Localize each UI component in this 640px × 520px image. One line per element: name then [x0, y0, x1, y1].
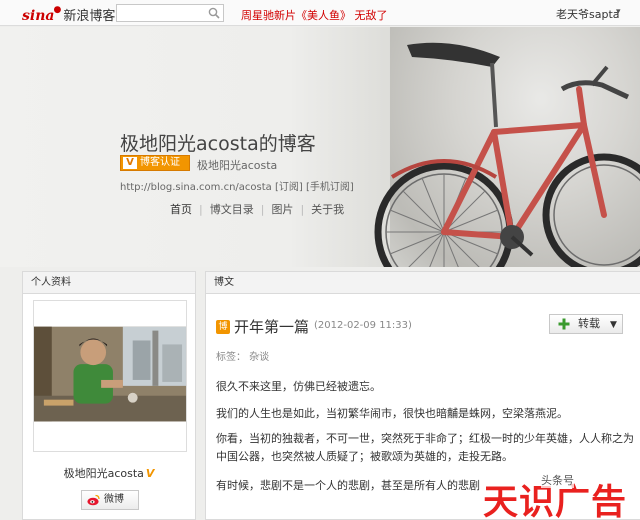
- watermark: 天识广告 头条号: [483, 470, 640, 520]
- plus-icon: [558, 318, 570, 330]
- post-panel-heading: 博文: [206, 272, 640, 294]
- repost-label: 转载: [578, 317, 600, 330]
- nav-item-photos[interactable]: 图片: [264, 203, 300, 216]
- blog-header: 极地阳光acosta的博客 V 博客认证 极地阳光acosta http://bl…: [0, 27, 640, 267]
- nav-item-home[interactable]: 首页: [163, 203, 199, 216]
- post-type-icon: 博: [216, 320, 230, 334]
- username-link[interactable]: 老天爷sapta: [556, 6, 620, 22]
- cert-owner-name[interactable]: 极地阳光acosta: [197, 157, 277, 173]
- post-paragraph: 你看，当初的独裁者，不可一世，突然死于非命了；红极一时的少年英雄，人人称之为中国…: [216, 432, 634, 463]
- nav-item-about[interactable]: 关于我: [304, 203, 351, 216]
- watermark-small-text: 头条号: [541, 472, 574, 488]
- cert-label: 博客认证: [140, 157, 180, 168]
- blog-url-line: http://blog.sina.com.cn/acosta [订阅] [手机订…: [120, 178, 354, 193]
- blog-title[interactable]: 极地阳光acosta的博客: [120, 129, 316, 156]
- post-tags: 标签： 杂谈: [216, 352, 270, 363]
- bicycle-illustration: [374, 42, 640, 267]
- search-input[interactable]: [117, 5, 207, 21]
- logo-label: 新浪博客: [63, 9, 116, 24]
- subscribe-link[interactable]: [订阅]: [275, 182, 303, 193]
- post-title[interactable]: 开年第一篇: [234, 316, 309, 337]
- sina-blog-logo[interactable]: sina● 新浪博客: [22, 5, 115, 24]
- nav-item-articles[interactable]: 博文目录: [203, 203, 261, 216]
- verified-v-icon: V: [123, 157, 137, 169]
- mobile-subscribe-link[interactable]: [手机订阅]: [306, 182, 354, 193]
- profile-name[interactable]: 极地阳光acosta: [64, 467, 144, 480]
- search-icon[interactable]: [208, 7, 220, 19]
- profile-panel-heading: 个人资料: [23, 272, 195, 294]
- verified-v-icon: V: [145, 467, 155, 480]
- post-paragraph: 我们的人生也是如此，当初繁华闹市，很快也暗黼是蛛网，空梁落燕泥。: [216, 407, 568, 420]
- blog-url[interactable]: http://blog.sina.com.cn/acosta: [120, 182, 272, 193]
- post-date: (2012-02-09 11:33): [314, 320, 412, 331]
- search-box: [116, 4, 224, 22]
- weibo-label: 微博: [104, 494, 124, 505]
- chevron-down-icon[interactable]: ▼: [610, 316, 617, 334]
- verified-badge[interactable]: V 博客认证: [120, 155, 190, 171]
- weibo-icon: [87, 494, 100, 506]
- top-bar: sina● 新浪博客 周星驰新片《美人鱼》 无敌了 老天爷sapta ▾: [0, 0, 640, 26]
- post-paragraph: 很久不来这里，仿佛已经被遗忘。: [216, 380, 381, 393]
- weibo-button[interactable]: 微博: [81, 490, 139, 510]
- profile-avatar[interactable]: [33, 300, 187, 452]
- chevron-down-icon[interactable]: ▾: [616, 7, 621, 17]
- profile-panel: 个人资料 极地阳光acosta V 微博: [22, 271, 196, 520]
- profile-name-line: 极地阳光acosta V: [23, 465, 195, 481]
- blog-nav: 首页 | 博文目录 | 图片 | 关于我: [163, 201, 351, 217]
- promo-link[interactable]: 周星驰新片《美人鱼》 无敌了: [241, 7, 388, 23]
- sina-eye-icon: ●: [53, 5, 62, 15]
- sina-logo-text: sina: [22, 8, 55, 24]
- repost-button[interactable]: 转载 ▼: [549, 314, 623, 334]
